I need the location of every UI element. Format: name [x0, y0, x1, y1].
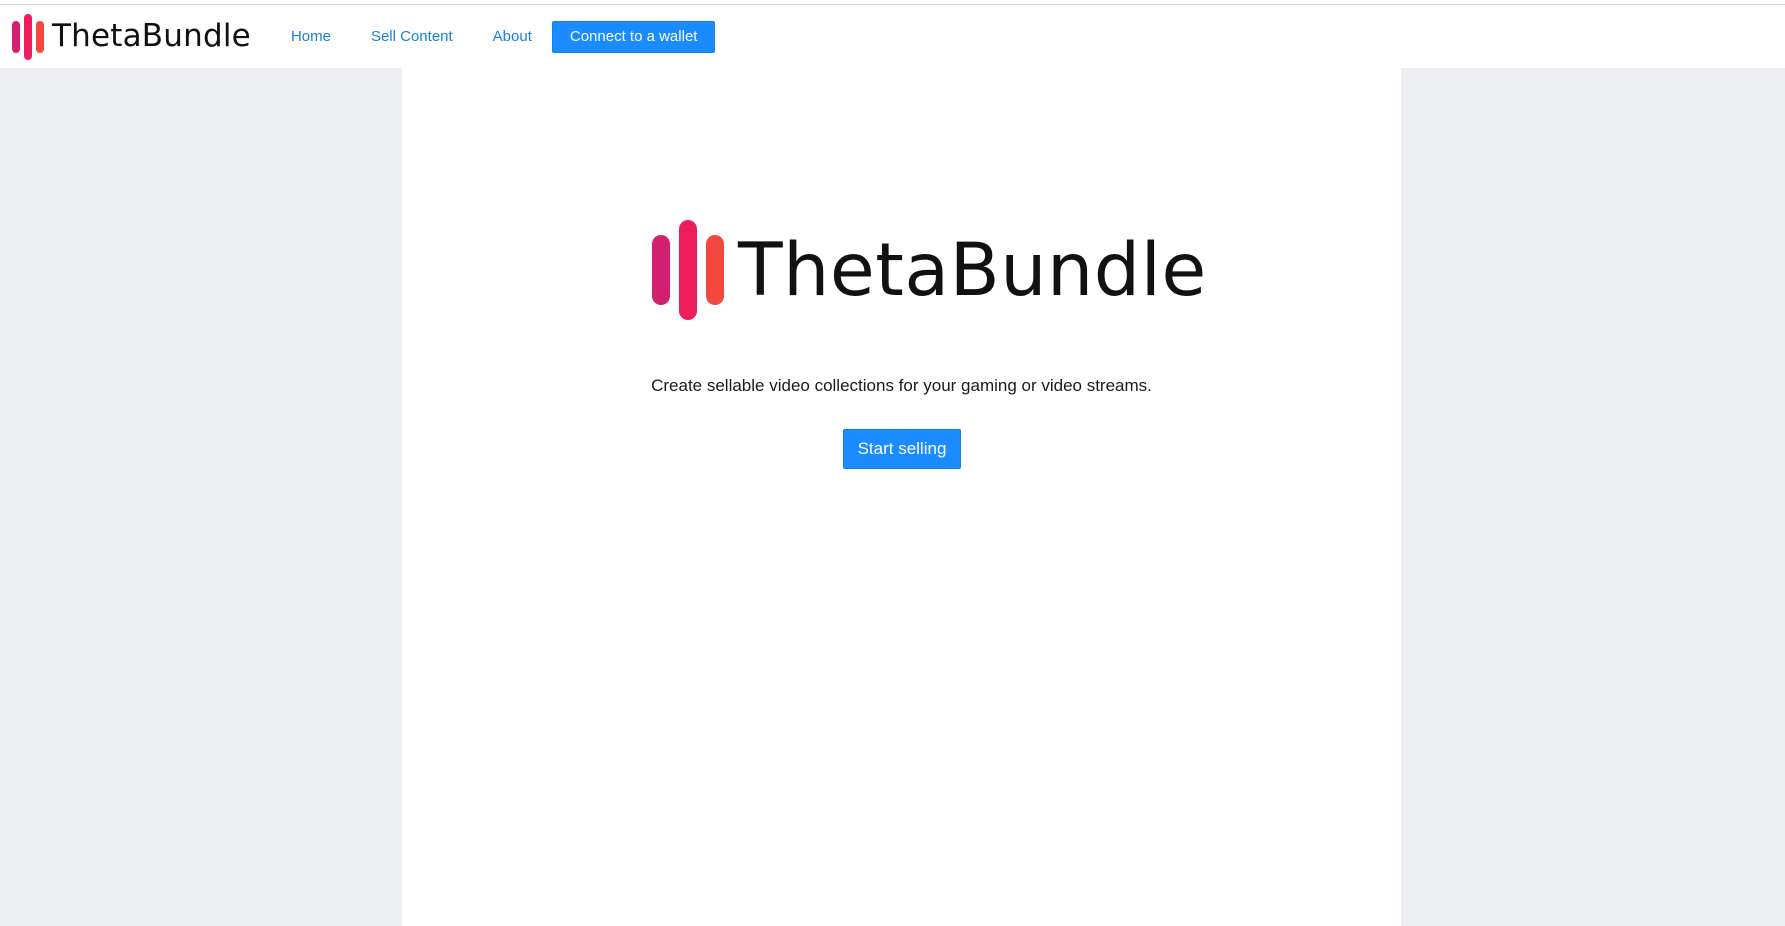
equalizer-bars-icon — [12, 12, 44, 62]
hero-logo-bar-3 — [706, 235, 724, 305]
start-selling-button[interactable]: Start selling — [843, 429, 961, 469]
nav-links: Home Sell Content About Connect to a wal… — [271, 20, 716, 53]
logo-bar-3 — [36, 20, 44, 53]
hero-logo-bar-1 — [652, 235, 670, 305]
connect-wallet-button[interactable]: Connect to a wallet — [551, 20, 716, 53]
nav-link-home[interactable]: Home — [271, 21, 351, 53]
hero-tagline: Create sellable video collections for yo… — [651, 376, 1152, 395]
hero-logo-bar-2 — [679, 220, 697, 320]
nav-link-sell-content[interactable]: Sell Content — [351, 21, 473, 53]
hero-logo: ThetaBundle — [652, 220, 1207, 320]
brand-logo-link[interactable]: ThetaBundle — [12, 12, 251, 62]
main-panel: ThetaBundle Create sellable video collec… — [402, 68, 1401, 926]
navbar: ThetaBundle Home Sell Content About Conn… — [0, 5, 1785, 68]
hero-title: ThetaBundle — [738, 227, 1207, 313]
logo-bar-1 — [12, 20, 20, 53]
logo-bar-2 — [24, 13, 32, 60]
equalizer-bars-icon — [652, 220, 724, 320]
nav-link-about[interactable]: About — [473, 21, 552, 53]
brand-name: ThetaBundle — [52, 18, 251, 54]
